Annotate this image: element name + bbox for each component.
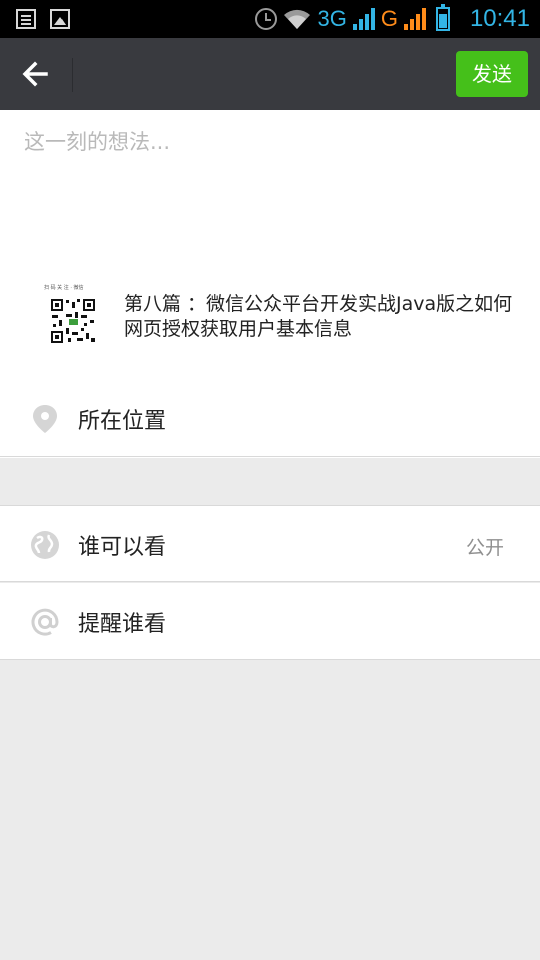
status-clock: 10:41 [469, 5, 530, 32]
wifi-icon [284, 9, 311, 29]
at-sign-icon [31, 608, 59, 636]
network-type-g: G [380, 6, 398, 31]
thought-input[interactable]: 这一刻的想法... [24, 126, 170, 156]
notepad-icon [16, 9, 36, 29]
action-bar-divider [72, 58, 73, 92]
location-row[interactable]: 所在位置 [0, 380, 540, 457]
location-label: 所在位置 [78, 409, 167, 434]
status-right-icons: 3G G 10:41 [255, 4, 530, 34]
alarm-icon [255, 8, 278, 30]
remind-row[interactable]: 提醒谁看 [0, 583, 540, 660]
status-left-icons [16, 9, 70, 29]
globe-icon [31, 531, 59, 559]
shared-link-card[interactable]: 扫 码 关 注 · 微信 第八篇 ：微信公众平台开发实战Java版之如何网页授权… [40, 282, 520, 350]
visibility-row[interactable]: 谁可以看 公开 [0, 505, 540, 582]
shared-link-title: 第八篇 ：微信公众平台开发实战Java版之如何网页授权获取用户基本信息 [124, 293, 513, 340]
visibility-value: 公开 [465, 537, 504, 559]
thumbnail-caption: 扫 码 关 注 · 微信 [44, 285, 84, 291]
location-pin-icon [33, 405, 57, 433]
back-arrow-icon[interactable] [14, 54, 58, 94]
qr-code-thumbnail: 扫 码 关 注 · 微信 [40, 282, 108, 350]
battery-icon [435, 4, 450, 31]
status-bar: 3G G 10:41 [0, 0, 540, 38]
send-button[interactable]: 发送 [456, 51, 528, 97]
action-bar: 发送 [0, 38, 540, 110]
network-type-3g: 3G [317, 6, 347, 31]
visibility-label: 谁可以看 [78, 535, 167, 560]
remind-label: 提醒谁看 [78, 612, 167, 637]
gallery-icon [50, 9, 70, 29]
signal-3g-icon [352, 8, 375, 30]
signal-g-icon [403, 8, 426, 30]
qr-code-image [50, 298, 96, 344]
